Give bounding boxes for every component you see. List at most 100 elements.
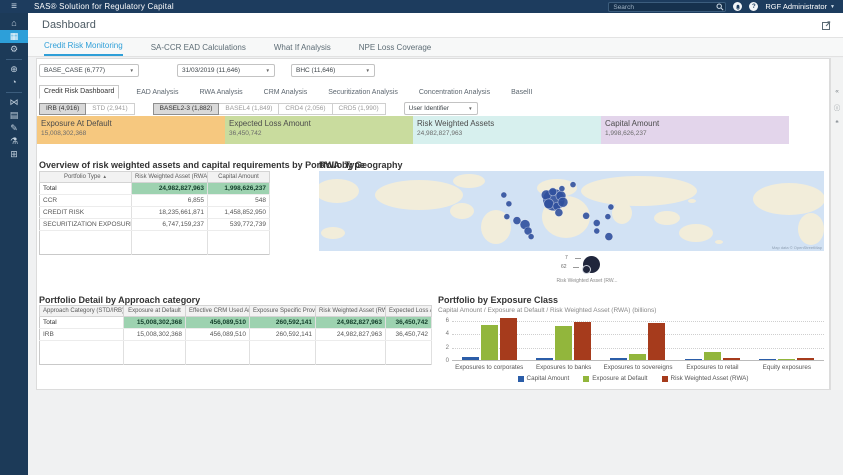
column-header[interactable]: Risk Weighted Asset (RWA) — [315, 305, 386, 317]
filter-select-2[interactable]: 31/03/2019 (11,646) ▼ — [177, 64, 275, 77]
notifications-icon[interactable] — [733, 2, 743, 11]
toggle-basel2-3-1-882[interactable]: BASEL2-3 (1,882) — [152, 102, 220, 115]
rwa-geography-map[interactable]: Map data © OpenStreetMap — [315, 171, 825, 251]
home-icon[interactable]: ⌂ — [0, 17, 28, 30]
empty-cell — [385, 352, 432, 365]
bar-risk-weighted-asset-rwa[interactable] — [797, 358, 815, 360]
dashboard-panel: BASE_CASE (6,777) ▼ 31/03/2019 (11,646) ▼ BH… — [36, 58, 830, 390]
settings-icon[interactable]: ⚙ — [0, 43, 28, 56]
edit-icon[interactable]: ✎ — [0, 122, 28, 135]
table-row[interactable]: SECURITIZATION EXPOSURES 6,747,159,237 539… — [39, 218, 270, 231]
toggle-crd5-1-990[interactable]: CRD5 (1,990) — [332, 102, 386, 115]
bar-risk-weighted-asset-rwa[interactable] — [499, 318, 517, 360]
export-icon[interactable] — [822, 20, 831, 30]
bar-exposure-at-default[interactable] — [480, 325, 498, 360]
table-row[interactable]: CREDIT RISK 18,235,661,871 1,458,852,950 — [39, 206, 270, 219]
tab-rwa-analysis[interactable]: RWA Analysis — [195, 87, 246, 99]
column-header[interactable]: Portfolio Type ▲ — [39, 171, 132, 183]
bar-capital-amount[interactable] — [461, 357, 479, 360]
column-header[interactable]: Effective CRM Used Amount — [185, 305, 250, 317]
rwa-bubble[interactable] — [548, 187, 558, 197]
category-label: Equity exposures — [762, 364, 811, 371]
legend-item-exposure-at-default[interactable]: Exposure at Default — [583, 375, 648, 382]
rwa-bubble[interactable] — [557, 196, 569, 208]
rwa-bubble[interactable] — [593, 227, 601, 235]
tab-what-if-analysis[interactable]: What If Analysis — [274, 43, 331, 56]
kpi-tile-capital-amount: Capital Amount 1,998,626,237 — [601, 116, 789, 144]
rwa-bubble[interactable] — [554, 208, 564, 217]
toggle-basel4-1-849[interactable]: BASEL4 (1,849) — [219, 102, 280, 115]
tab-npe-loss-coverage[interactable]: NPE Loss Coverage — [359, 43, 431, 56]
reports-icon[interactable]: ◔ — [0, 76, 28, 89]
bar-exposure-at-default[interactable] — [555, 326, 573, 360]
bar-risk-weighted-asset-rwa[interactable] — [722, 357, 740, 360]
lab-icon[interactable]: ⚗ — [0, 135, 28, 148]
bar-exposure-at-default[interactable] — [703, 352, 721, 360]
column-header[interactable]: Exposure at Default — [123, 305, 186, 317]
bar-risk-weighted-asset-rwa[interactable] — [648, 322, 666, 360]
bar-capital-amount[interactable] — [610, 358, 628, 360]
header-row: Portfolio Type ▲ Risk Weighted Asset (RWA)… — [39, 171, 270, 183]
rwa-bubble[interactable] — [604, 232, 614, 241]
rwa-bubble[interactable] — [569, 181, 577, 188]
bar-risk-weighted-asset-rwa[interactable] — [574, 322, 592, 360]
rwa-bubble[interactable] — [512, 216, 522, 225]
bar-capital-amount[interactable] — [536, 358, 554, 360]
info-icon[interactable]: ⓘ — [834, 102, 841, 112]
comments-icon[interactable]: ❝ — [835, 119, 839, 127]
filter-select-3[interactable]: BHC (11,646) ▼ — [291, 64, 375, 77]
rwa-bubble[interactable] — [558, 185, 566, 192]
web-icon[interactable]: ⊕ — [0, 63, 28, 76]
search-input[interactable] — [608, 2, 727, 12]
search-icon[interactable] — [716, 3, 724, 11]
table-row[interactable]: Total 15,008,302,368 456,089,510 260,592,14… — [39, 316, 432, 329]
bar-exposure-at-default[interactable] — [778, 359, 796, 360]
user-menu[interactable]: RGF Administrator ▼ — [765, 2, 835, 11]
workflow-icon[interactable]: ⋈ — [0, 96, 28, 109]
collapse-panel-icon[interactable]: « — [835, 88, 839, 95]
tab-securitization-analysis[interactable]: Securitization Analysis — [324, 87, 402, 99]
hierarchy-icon[interactable]: ⊞ — [0, 148, 28, 161]
rwa-bubble[interactable] — [604, 213, 612, 220]
table-row[interactable]: IRB 15,008,302,368 456,089,510 260,592,141 2… — [39, 328, 432, 341]
rwa-bubble[interactable] — [505, 200, 513, 208]
tab-sa-ccr-ead-calculations[interactable]: SA-CCR EAD Calculations — [151, 43, 246, 56]
toggle-crd4-2-056[interactable]: CRD4 (2,056) — [279, 102, 333, 115]
rwa-bubble[interactable] — [592, 219, 601, 227]
filter-select-1[interactable]: BASE_CASE (6,777) ▼ — [39, 64, 139, 77]
menu-icon[interactable]: ≡ — [0, 0, 28, 13]
bar-capital-amount[interactable] — [684, 359, 702, 360]
column-header[interactable]: Capital Amount — [207, 171, 270, 183]
column-header[interactable]: Approach Category (STD/IRB)▲ — [39, 305, 124, 317]
tab-credit-risk-monitoring[interactable]: Credit Risk Monitoring — [44, 41, 123, 56]
tab-concentration-analysis[interactable]: Concentration Analysis — [415, 87, 494, 99]
tab-baselii[interactable]: BaselII — [507, 87, 536, 99]
bar-exposure-at-default[interactable] — [629, 354, 647, 360]
column-header[interactable]: Exposure Specific Provisions — [249, 305, 316, 317]
help-icon[interactable]: ? — [749, 2, 759, 11]
rwa-bubble[interactable] — [582, 211, 590, 220]
sidebar-divider — [6, 92, 22, 93]
tab-crm-analysis[interactable]: CRM Analysis — [260, 87, 312, 99]
toggle-std-2-941[interactable]: STD (2,941) — [86, 102, 135, 115]
dashboard-icon[interactable]: ▦ — [0, 30, 28, 43]
legend-item-capital-amount[interactable]: Capital Amount — [517, 375, 569, 382]
portfolio-table-title: Overview of risk weighted assets and cap… — [39, 160, 365, 170]
rwa-bubble[interactable] — [543, 198, 555, 210]
user-identifier-select[interactable]: User Identifier ▼ — [403, 102, 478, 115]
rwa-bubble[interactable] — [503, 213, 511, 220]
legend-item-risk-weighted-asset-rwa[interactable]: Risk Weighted Asset (RWA) — [661, 375, 748, 382]
table-row[interactable]: CCR 6,855 548 — [39, 194, 270, 207]
tab-credit-risk-dashboard[interactable]: Credit Risk Dashboard — [39, 85, 120, 99]
column-header[interactable]: Risk Weighted Asset (RWA) — [131, 171, 208, 183]
toggle-irb-4-916[interactable]: IRB (4,916) — [39, 102, 87, 115]
rwa-bubble[interactable] — [607, 203, 615, 211]
column-header[interactable]: Expected Loss Amount — [385, 305, 432, 317]
bar-capital-amount[interactable] — [759, 359, 777, 360]
rwa-bubble[interactable] — [500, 191, 508, 199]
projects-icon[interactable]: ▤ — [0, 109, 28, 122]
rwa-bubble[interactable] — [527, 233, 535, 240]
table-row[interactable]: Total 24,982,827,963 1,998,626,237 — [39, 182, 270, 195]
tab-ead-analysis[interactable]: EAD Analysis — [132, 87, 182, 99]
user-name: RGF Administrator — [765, 2, 828, 11]
